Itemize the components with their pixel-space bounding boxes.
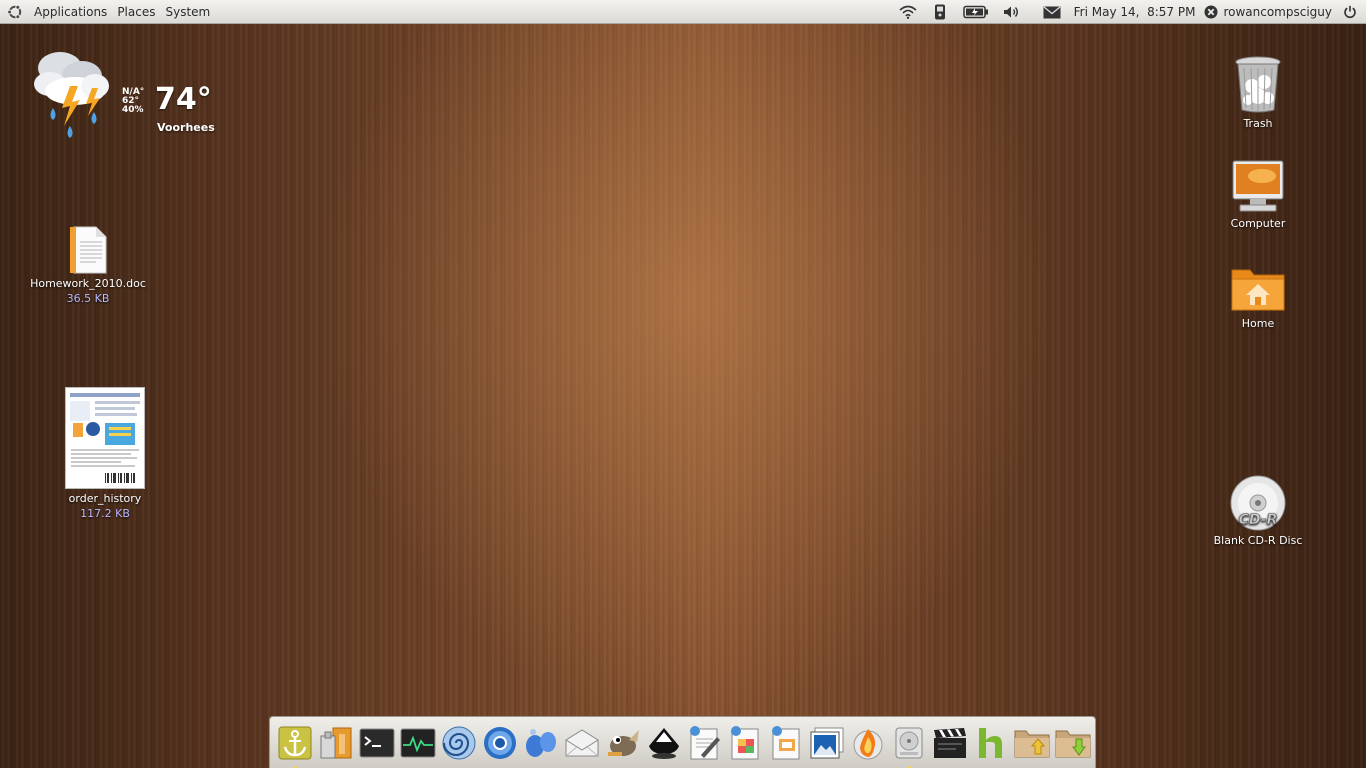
pidgin-icon <box>525 728 556 757</box>
computer-icon <box>1232 160 1284 212</box>
dock-item-inkscape[interactable] <box>645 724 683 762</box>
dock-item-presentation[interactable] <box>767 724 805 762</box>
desktop-trash[interactable]: Trash <box>1210 56 1306 130</box>
computer-label: Computer <box>1230 217 1286 230</box>
menu-places[interactable]: Places <box>117 5 155 19</box>
image-viewer-icon <box>810 727 844 758</box>
nautilus-swirl-icon <box>442 726 476 759</box>
cd-icon: CD-R <box>1230 475 1286 531</box>
trash-label: Trash <box>1243 117 1273 130</box>
system-monitor-icon <box>400 728 436 757</box>
phone-icon[interactable] <box>930 2 950 22</box>
spreadsheet-icon <box>731 725 759 759</box>
top-panel: Applications Places System Fri May 14, 8… <box>0 0 1366 24</box>
dock-item-chromium[interactable] <box>481 724 519 762</box>
cd-disc-text: CD-R <box>1239 512 1278 528</box>
download-folder-icon <box>1055 730 1091 757</box>
text-editor-icon <box>690 725 721 759</box>
file-size: 36.5 KB <box>66 292 110 305</box>
movie-clapper-icon <box>934 727 967 758</box>
hulu-icon <box>979 727 1003 758</box>
package-icon <box>320 727 352 758</box>
dock-item-disk-utility[interactable] <box>890 724 928 768</box>
gimp-icon <box>607 729 639 756</box>
pdf-thumbnail-icon <box>65 387 145 489</box>
file-label: Homework_2010.doc <box>30 277 146 290</box>
dock-item-package[interactable] <box>317 724 355 762</box>
dock-item-anchor[interactable] <box>276 724 314 768</box>
thunderstorm-icon <box>34 52 109 138</box>
cd-label: Blank CD-R Disc <box>1213 534 1303 547</box>
anchor-icon <box>278 726 312 759</box>
dock-item-mail[interactable] <box>563 724 601 762</box>
upload-folder-icon <box>1014 730 1050 757</box>
dock-item-image-viewer[interactable] <box>808 724 846 762</box>
panel-right: Fri May 14, 8:57 PM rowancompsciguy <box>892 0 1358 24</box>
file-size: 117.2 KB <box>80 507 130 520</box>
dock <box>269 716 1096 768</box>
mail-icon[interactable] <box>1042 2 1062 22</box>
dock-item-gimp[interactable] <box>604 724 642 762</box>
weather-stats: N/A° 62° 40% <box>122 88 144 115</box>
city-name: Voorhees <box>157 121 215 134</box>
burner-flame-icon <box>853 728 883 759</box>
dock-item-terminal[interactable] <box>358 724 396 762</box>
dock-item-upload-folder[interactable] <box>1013 724 1051 762</box>
desktop-file-order-history[interactable]: order_history 117.2 KB <box>50 387 160 520</box>
document-icon <box>70 226 107 274</box>
volume-icon[interactable] <box>1002 2 1022 22</box>
panel-left: Applications Places System <box>6 0 210 24</box>
desktop-computer[interactable]: Computer <box>1210 160 1306 230</box>
dock-item-burner[interactable] <box>849 724 887 762</box>
dock-item-pidgin[interactable] <box>522 724 560 762</box>
home-label: Home <box>1241 317 1275 330</box>
ubuntu-logo-icon[interactable] <box>6 3 24 21</box>
power-icon[interactable] <box>1342 4 1358 20</box>
desktop-file-homework[interactable]: Homework_2010.doc 36.5 KB <box>22 226 154 305</box>
wifi-icon[interactable] <box>898 2 918 22</box>
dock-item-hulu[interactable] <box>972 724 1010 762</box>
dock-item-movie[interactable] <box>931 724 969 762</box>
clock[interactable]: Fri May 14, 8:57 PM <box>1074 5 1196 19</box>
desktop-home[interactable]: Home <box>1210 264 1306 330</box>
user-status-icon[interactable] <box>1203 4 1219 20</box>
dock-item-system-monitor[interactable] <box>399 724 437 762</box>
battery-icon[interactable] <box>962 2 990 22</box>
desktop-cd[interactable]: CD-R Blank CD-R Disc <box>1210 475 1306 547</box>
chromium-icon <box>483 726 516 759</box>
weather-widget[interactable]: N/A° 62° 40% 74° Voorhees <box>30 46 220 146</box>
temperature: 74° <box>155 82 212 117</box>
terminal-icon <box>359 728 395 757</box>
menu-applications[interactable]: Applications <box>34 5 107 19</box>
dock-item-nautilus[interactable] <box>440 724 478 762</box>
dock-item-text-editor[interactable] <box>686 724 724 762</box>
stat-humidity: 40% <box>122 105 144 115</box>
mail-client-icon <box>565 728 599 756</box>
trash-icon <box>1235 56 1281 113</box>
presentation-icon <box>772 725 800 759</box>
dock-item-spreadsheet[interactable] <box>726 724 764 762</box>
inkscape-icon <box>648 727 679 759</box>
menu-system[interactable]: System <box>165 5 210 19</box>
home-folder-icon <box>1231 269 1285 311</box>
username[interactable]: rowancompsciguy <box>1223 5 1332 19</box>
dock-item-download-folder[interactable] <box>1054 724 1092 762</box>
file-label: order_history <box>68 492 142 505</box>
disk-utility-icon <box>895 727 923 758</box>
